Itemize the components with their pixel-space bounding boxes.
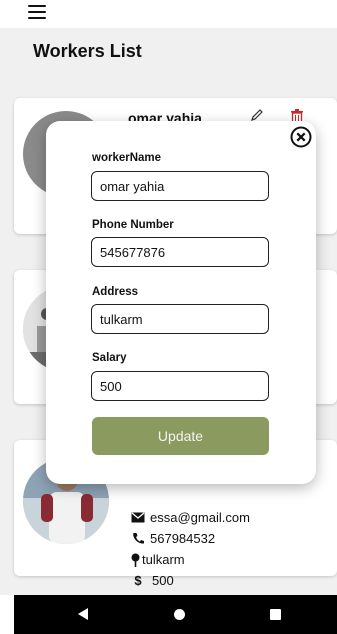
home-icon[interactable]	[174, 609, 185, 620]
system-nav-bar	[14, 595, 337, 634]
worker-phone: 567984532	[150, 531, 216, 546]
update-button[interactable]: Update	[92, 417, 269, 455]
worker-address: tulkarm	[142, 552, 185, 567]
worker-salary-row: $ 500	[130, 573, 174, 588]
worker-name-label: workerName	[92, 152, 162, 164]
worker-email: essa@gmail.com	[150, 510, 250, 525]
phone-number-label: Phone Number	[92, 219, 174, 231]
address-label: Address	[92, 286, 139, 298]
app-bar	[0, 0, 337, 28]
worker-phone-row: 567984532	[130, 531, 215, 546]
envelope-icon	[130, 511, 146, 525]
worker-salary: 500	[152, 573, 174, 588]
phone-number-input[interactable]	[91, 237, 269, 267]
worker-name-input[interactable]	[91, 171, 269, 201]
map-pin-icon	[130, 553, 140, 567]
phone-icon	[130, 532, 146, 546]
back-icon[interactable]	[78, 608, 88, 620]
salary-label: Salary	[92, 352, 127, 364]
page-title: Workers List	[33, 41, 142, 61]
hamburger-menu-icon[interactable]	[28, 5, 46, 19]
close-circle-icon[interactable]	[290, 126, 312, 148]
address-input[interactable]	[91, 304, 269, 334]
worker-address-row: tulkarm	[130, 552, 185, 567]
dollar-icon: $	[134, 573, 142, 588]
pencil-icon[interactable]	[250, 108, 264, 122]
salary-input[interactable]	[91, 371, 269, 401]
recent-apps-icon[interactable]	[270, 609, 281, 620]
worker-email-row: essa@gmail.com	[130, 510, 250, 525]
edit-worker-dialog: workerName Phone Number Address Salary U…	[46, 121, 316, 484]
